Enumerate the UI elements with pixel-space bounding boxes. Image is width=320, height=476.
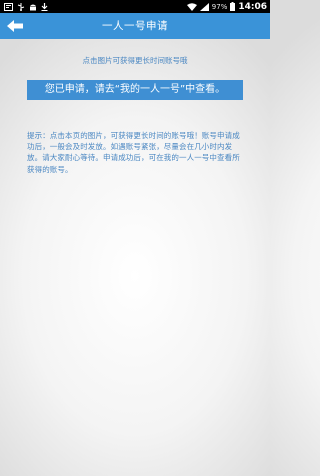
tip-text: 提示：点击本页的图片，可获得更长时间的账号哦！账号申请成功后，一般会及时发放。如… (27, 131, 240, 174)
image-hint-link[interactable]: 点击图片可获得更长时间账号哦 (0, 55, 270, 66)
status-notifications (4, 2, 48, 11)
page-title: 一人一号申请 (102, 20, 168, 32)
android-icon (29, 3, 37, 11)
status-system: 97% 14:06 (186, 1, 267, 12)
signal-icon (199, 2, 209, 11)
result-message-box: 您已申请，请去“我的一人一号”中查看。 (27, 80, 243, 100)
download-icon (41, 2, 48, 11)
battery-icon (230, 2, 236, 11)
arrow-left-icon (7, 17, 23, 36)
battery-percent: 97% (211, 2, 228, 11)
result-message: 您已申请，请去“我的一人一号”中查看。 (44, 84, 226, 95)
usb-icon (17, 2, 25, 11)
notification-icon (4, 2, 13, 11)
back-button[interactable] (0, 13, 30, 39)
title-bar: 一人一号申请 (0, 13, 270, 39)
status-time: 14:06 (238, 1, 267, 12)
status-bar: 97% 14:06 (0, 0, 270, 13)
wifi-icon (186, 2, 197, 11)
